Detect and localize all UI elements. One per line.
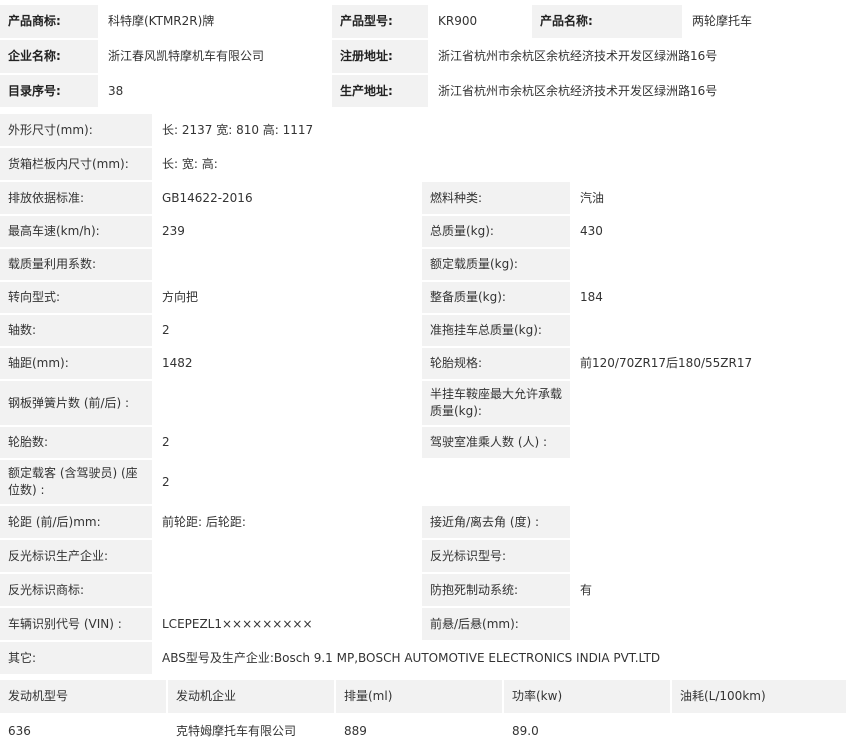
- engine-header-maker: 发动机企业: [168, 680, 334, 713]
- engine-cell-fuel: [672, 715, 846, 748]
- trailer-label: 准拖挂车总质量(kg):: [422, 315, 570, 346]
- saddle-value: [572, 381, 846, 425]
- totalmass-label: 总质量(kg):: [422, 216, 570, 247]
- engine-header-power: 功率(kw): [504, 680, 670, 713]
- axles-value: 2: [154, 315, 420, 346]
- steering-value: 方向把: [154, 282, 420, 313]
- angle-value: [572, 506, 846, 538]
- engine-header-fuel: 油耗(L/100km): [672, 680, 846, 713]
- axles-label: 轴数:: [0, 315, 152, 346]
- loadutil-value: [154, 249, 420, 280]
- wheelbase-label: 轴距(mm):: [0, 348, 152, 379]
- engine-cell-maker: 克特姆摩托车有限公司: [168, 715, 334, 748]
- reflector-model-label: 反光标识型号:: [422, 540, 570, 572]
- brand-label: 产品商标:: [0, 5, 98, 38]
- saddle-label: 半挂车鞍座最大允许承载质量(kg):: [422, 381, 570, 425]
- prodaddr-value: 浙江省杭州市余杭区余杭经济技术开发区绿洲路16号: [430, 75, 846, 107]
- curbmass-value: 184: [572, 282, 846, 313]
- other-value: ABS型号及生产企业:Bosch 9.1 MP,BOSCH AUTOMOTIVE…: [154, 642, 846, 674]
- reflector-maker-value: [154, 540, 420, 572]
- dimensions-value: 长: 2137 宽: 810 高: 1117: [154, 114, 846, 146]
- model-label: 产品型号:: [332, 5, 428, 38]
- steering-label: 转向型式:: [0, 282, 152, 313]
- spring-label: 钢板弹簧片数 (前/后) :: [0, 381, 152, 425]
- abs-label: 防抱死制动系统:: [422, 574, 570, 606]
- dimensions-label: 外形尺寸(mm):: [0, 114, 152, 146]
- regaddr-value: 浙江省杭州市余杭区余杭经济技术开发区绿洲路16号: [430, 40, 846, 73]
- maxspeed-label: 最高车速(km/h):: [0, 216, 152, 247]
- company-value: 浙江春风凯特摩机车有限公司: [100, 40, 330, 73]
- emission-value: GB14622-2016: [154, 182, 420, 214]
- cargo-value: 长: 宽: 高:: [154, 148, 846, 180]
- name-label: 产品名称:: [532, 5, 682, 38]
- curbmass-label: 整备质量(kg):: [422, 282, 570, 313]
- totalmass-value: 430: [572, 216, 846, 247]
- reflector-maker-label: 反光标识生产企业:: [0, 540, 152, 572]
- maxspeed-value: 239: [154, 216, 420, 247]
- prodaddr-label: 生产地址:: [332, 75, 428, 107]
- engine-cell-power: 89.0: [504, 715, 670, 748]
- tire-label: 轮胎规格:: [422, 348, 570, 379]
- name-value: 两轮摩托车: [684, 5, 846, 38]
- tirecount-label: 轮胎数:: [0, 427, 152, 458]
- trailer-value: [572, 315, 846, 346]
- ratedload-label: 额定载质量(kg):: [422, 249, 570, 280]
- reflector-brand-label: 反光标识商标:: [0, 574, 152, 606]
- cab-label: 驾驶室准乘人数 (人) :: [422, 427, 570, 458]
- loadutil-label: 载质量利用系数:: [0, 249, 152, 280]
- emission-label: 排放依据标准:: [0, 182, 152, 214]
- catalog-label: 目录序号:: [0, 75, 98, 107]
- catalog-value: 38: [100, 75, 330, 107]
- spring-value: [154, 381, 420, 425]
- overhang-value: [572, 608, 846, 640]
- model-value: KR900: [430, 5, 530, 38]
- reflector-brand-value: [154, 574, 420, 606]
- regaddr-label: 注册地址:: [332, 40, 428, 73]
- angle-label: 接近角/离去角 (度) :: [422, 506, 570, 538]
- other-label: 其它:: [0, 642, 152, 674]
- tire-value: 前120/70ZR17后180/55ZR17: [572, 348, 846, 379]
- fuel-value: 汽油: [572, 182, 846, 214]
- reflector-model-value: [572, 540, 846, 572]
- engine-header-model: 发动机型号: [0, 680, 166, 713]
- abs-value: 有: [572, 574, 846, 606]
- track-value: 前轮距: 后轮距:: [154, 506, 420, 538]
- ratedload-value: [572, 249, 846, 280]
- fuel-label: 燃料种类:: [422, 182, 570, 214]
- vin-value: LCEPEZL1×××××××××: [154, 608, 420, 640]
- brand-value: 科特摩(KTMR2R)牌: [100, 5, 330, 38]
- engine-cell-displacement: 889: [336, 715, 502, 748]
- overhang-label: 前悬/后悬(mm):: [422, 608, 570, 640]
- wheelbase-value: 1482: [154, 348, 420, 379]
- engine-header-displacement: 排量(ml): [336, 680, 502, 713]
- cargo-label: 货箱栏板内尺寸(mm):: [0, 148, 152, 180]
- engine-cell-model: 636: [0, 715, 166, 748]
- tirecount-value: 2: [154, 427, 420, 458]
- cab-value: [572, 427, 846, 458]
- vin-label: 车辆识别代号 (VIN) :: [0, 608, 152, 640]
- seats-value: 2: [154, 460, 846, 504]
- track-label: 轮距 (前/后)mm:: [0, 506, 152, 538]
- company-label: 企业名称:: [0, 40, 98, 73]
- seats-label: 额定载客 (含驾驶员) (座位数) :: [0, 460, 152, 504]
